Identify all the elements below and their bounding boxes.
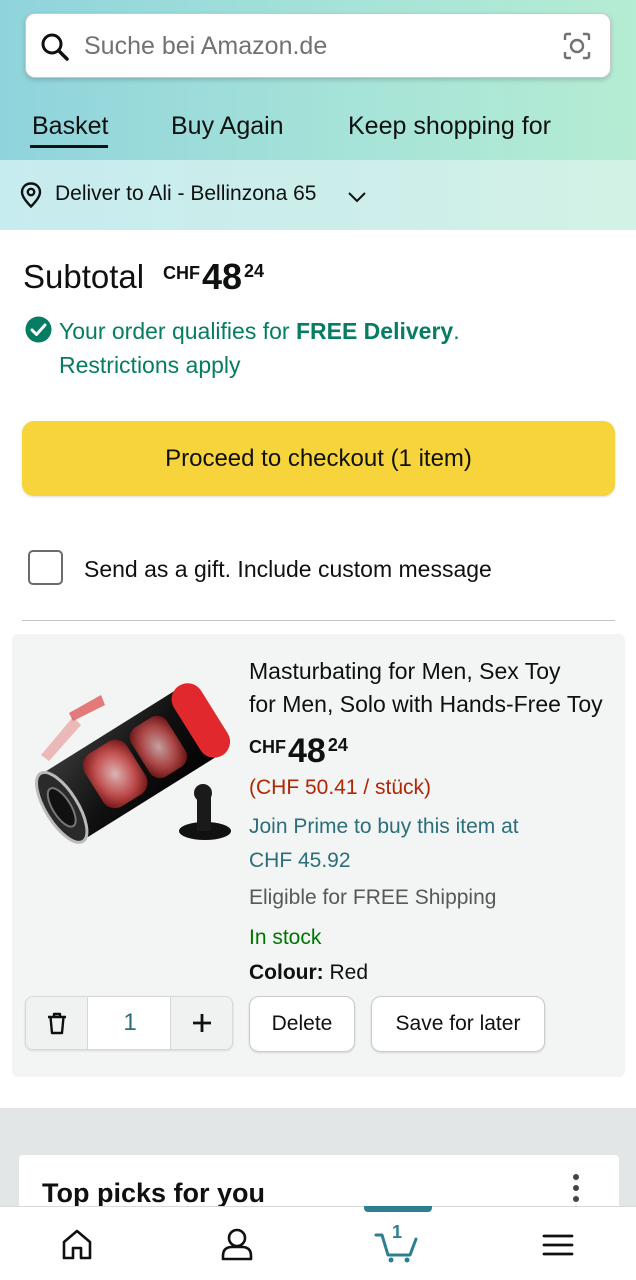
gift-checkbox[interactable] [28,550,63,585]
colour-value: Red [329,961,369,984]
colour-label: Colour: [249,961,324,984]
stock-status: In stock [249,926,322,949]
delivery-address-bar[interactable]: Deliver to Ali - Bellinzona 65 [0,160,636,230]
active-nav-indicator [364,1206,432,1212]
prime-offer-line2: CHF 45.92 [249,849,351,872]
price-whole: 48 [202,256,243,297]
price-fraction: 24 [244,261,265,281]
free-delivery-prefix: Your order qualifies for [59,318,296,344]
quantity-stepper: 1 [25,996,233,1050]
more-options-icon[interactable] [571,1172,581,1204]
restrictions-link[interactable]: Restrictions apply [59,352,241,379]
menu-icon[interactable] [542,1233,574,1257]
currency: CHF [163,263,200,283]
proceed-to-checkout-button[interactable]: Proceed to checkout (1 item) [22,421,615,496]
increase-quantity-button[interactable] [170,997,232,1049]
shipping-eligibility: Eligible for FREE Shipping [249,886,497,909]
check-circle-icon [25,316,52,343]
product-image[interactable] [25,655,235,865]
search-icon [41,33,69,61]
active-tab-indicator [30,145,108,148]
decrease-delete-button[interactable] [26,997,88,1049]
search-bar[interactable] [25,13,611,78]
prime-offer-line1: Join Prime to buy this item at [249,815,519,838]
product-title-line1: Masturbating for Men, Sex Toy [249,658,561,684]
plus-icon [193,1014,211,1032]
save-for-later-button[interactable]: Save for later [371,996,545,1052]
product-title-line2: for Men, Solo with Hands-Free Toy [249,691,603,717]
cart-count-badge: 1 [392,1222,403,1242]
colour-attribute: Colour: Red [249,961,368,985]
gift-label[interactable]: Send as a gift. Include custom message [84,556,492,583]
product-price: CHF 48 24 [249,730,348,772]
bottom-nav [0,1206,636,1280]
prime-offer-link[interactable]: Join Prime to buy this item at CHF 45.92 [249,810,599,878]
tab-keep-shopping[interactable]: Keep shopping for [348,112,551,141]
search-input[interactable] [84,24,534,68]
subtotal-label: Subtotal [23,258,145,295]
account-icon[interactable] [220,1227,254,1261]
camera-search-icon[interactable] [562,31,592,61]
divider [22,620,615,621]
free-delivery-suffix: . [453,318,460,344]
location-pin-icon [20,182,42,208]
unit-price: (CHF 50.41 / stück) [249,776,432,799]
cart-tabs: Basket Buy Again Keep shopping for [0,100,636,160]
quantity-value[interactable]: 1 [88,997,172,1049]
currency: CHF [249,737,286,757]
subtotal-price: CHF 48 24 [163,256,264,298]
price-whole: 48 [288,732,326,770]
delivery-address-text: Deliver to Ali - Bellinzona 65 [55,182,317,205]
delete-button[interactable]: Delete [249,996,355,1052]
free-delivery-bold: FREE Delivery [295,318,454,344]
home-icon[interactable] [61,1227,93,1261]
product-title[interactable]: Masturbating for Men, Sex Toy for Men, S… [249,655,614,721]
free-delivery-message: Your order qualifies for FREE Delivery. [59,318,460,345]
price-fraction: 24 [327,735,348,755]
chevron-down-icon [348,192,366,203]
trash-icon [48,1012,66,1035]
top-picks-title: Top picks for you [42,1178,266,1208]
tab-buy-again[interactable]: Buy Again [171,112,284,141]
tab-basket[interactable]: Basket [32,112,108,141]
